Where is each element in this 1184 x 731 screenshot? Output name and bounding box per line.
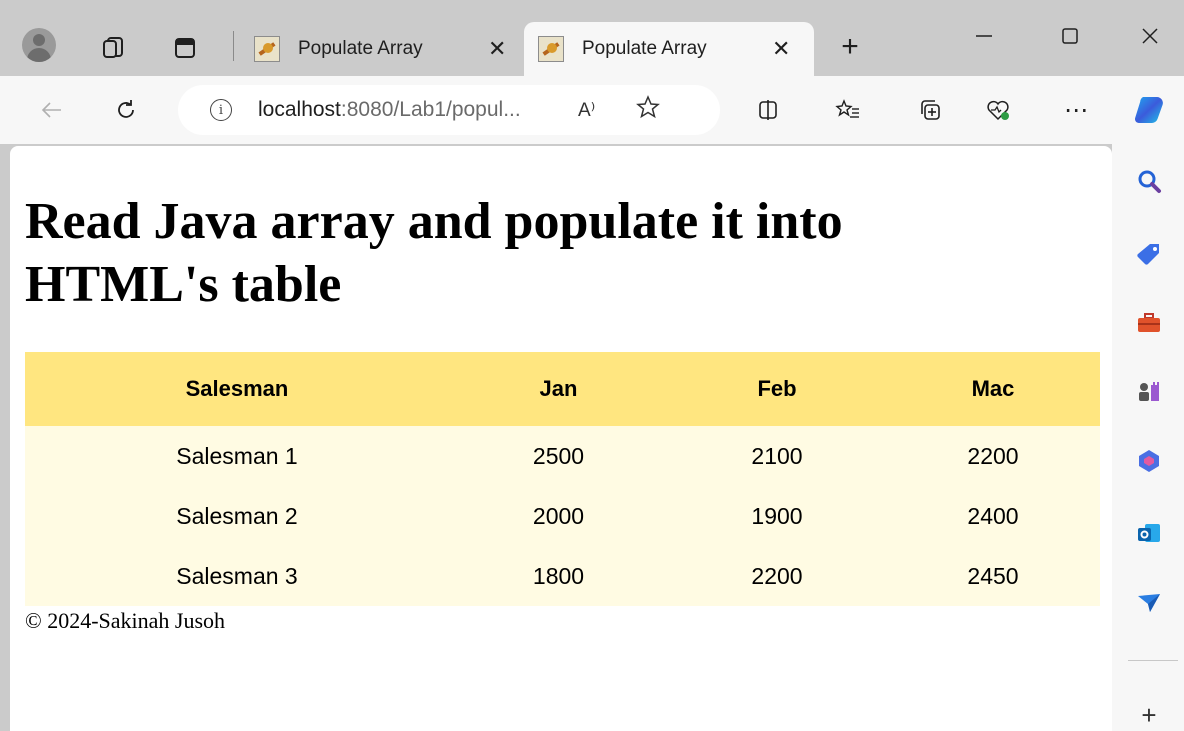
navigation-bar: i localhost:8080/Lab1/popul... A⁾ ⋯	[0, 76, 1184, 144]
tab-close-icon[interactable]: ✕	[772, 36, 790, 62]
tab-title: Populate Array	[582, 38, 707, 59]
minimize-button[interactable]	[964, 16, 1004, 56]
column-header: Mac	[886, 352, 1100, 426]
vertical-tabs-icon[interactable]	[168, 31, 202, 65]
collections-icon[interactable]	[910, 90, 950, 130]
more-options-button[interactable]: ⋯	[1056, 90, 1096, 130]
tab-separator	[233, 31, 234, 61]
shopping-tag-icon[interactable]	[1134, 240, 1164, 270]
table-cell: Salesman 1	[25, 426, 449, 486]
tab-close-icon[interactable]: ✕	[488, 36, 506, 62]
games-chess-icon[interactable]	[1134, 376, 1164, 406]
table-cell: 2100	[668, 426, 886, 486]
column-header: Salesman	[25, 352, 449, 426]
send-icon[interactable]	[1134, 588, 1164, 618]
sidebar-divider	[1128, 660, 1178, 661]
tomcat-favicon-icon	[538, 36, 564, 62]
table-cell: 1900	[668, 486, 886, 546]
workspaces-icon[interactable]	[96, 31, 130, 65]
browser-essentials-icon[interactable]	[978, 90, 1018, 130]
page-heading: Read Java array and populate it into HTM…	[25, 193, 843, 313]
page-content: Read Java array and populate it into HTM…	[10, 146, 1112, 731]
edge-sidebar: +	[1112, 144, 1184, 731]
tab-populate-array-2[interactable]: Populate Array ✕	[524, 22, 814, 76]
table-cell: 2200	[668, 546, 886, 606]
url-text[interactable]: localhost:8080/Lab1/popul...	[258, 98, 568, 122]
maximize-button[interactable]	[1050, 16, 1090, 56]
column-header: Jan	[449, 352, 668, 426]
copilot-icon[interactable]	[1130, 90, 1170, 130]
copyright-footer: © 2024-Sakinah Jusoh	[25, 608, 226, 633]
tab-strip: Populate Array ✕ Populate Array ✕ +	[0, 0, 1184, 76]
table-cell: Salesman 3	[25, 546, 449, 606]
table-cell: Salesman 2	[25, 486, 449, 546]
column-header: Feb	[668, 352, 886, 426]
tab-populate-array-1[interactable]: Populate Array ✕	[240, 22, 520, 76]
table-cell: 2500	[449, 426, 668, 486]
sales-table: Salesman Jan Feb Mac Salesman 1 2500 210…	[25, 352, 1100, 606]
table-cell: 2400	[886, 486, 1100, 546]
refresh-button[interactable]	[106, 90, 146, 130]
table-row: Salesman 3 1800 2200 2450	[25, 546, 1100, 606]
site-info-icon[interactable]: i	[210, 99, 232, 121]
back-button[interactable]	[32, 90, 72, 130]
table-row: Salesman 1 2500 2100 2200	[25, 426, 1100, 486]
table-cell: 1800	[449, 546, 668, 606]
tab-title: Populate Array	[298, 38, 423, 59]
table-cell: 2000	[449, 486, 668, 546]
add-sidebar-app-button[interactable]: +	[1134, 700, 1164, 730]
profile-avatar-icon[interactable]	[22, 28, 56, 62]
close-window-button[interactable]	[1130, 16, 1170, 56]
read-aloud-icon[interactable]: A⁾	[578, 99, 608, 122]
table-cell: 2200	[886, 426, 1100, 486]
new-tab-button[interactable]: +	[833, 30, 867, 64]
favorite-star-icon[interactable]	[636, 95, 660, 125]
tools-briefcase-icon[interactable]	[1134, 308, 1164, 338]
microsoft-365-icon[interactable]	[1134, 446, 1164, 476]
table-header-row: Salesman Jan Feb Mac	[25, 352, 1100, 426]
tomcat-favicon-icon	[254, 36, 280, 62]
split-screen-icon[interactable]	[748, 90, 788, 130]
address-bar[interactable]: i localhost:8080/Lab1/popul... A⁾	[178, 85, 720, 135]
outlook-icon[interactable]	[1134, 518, 1164, 548]
favorites-list-icon[interactable]	[828, 90, 868, 130]
search-icon[interactable]	[1134, 166, 1164, 196]
table-row: Salesman 2 2000 1900 2400	[25, 486, 1100, 546]
table-cell: 2450	[886, 546, 1100, 606]
